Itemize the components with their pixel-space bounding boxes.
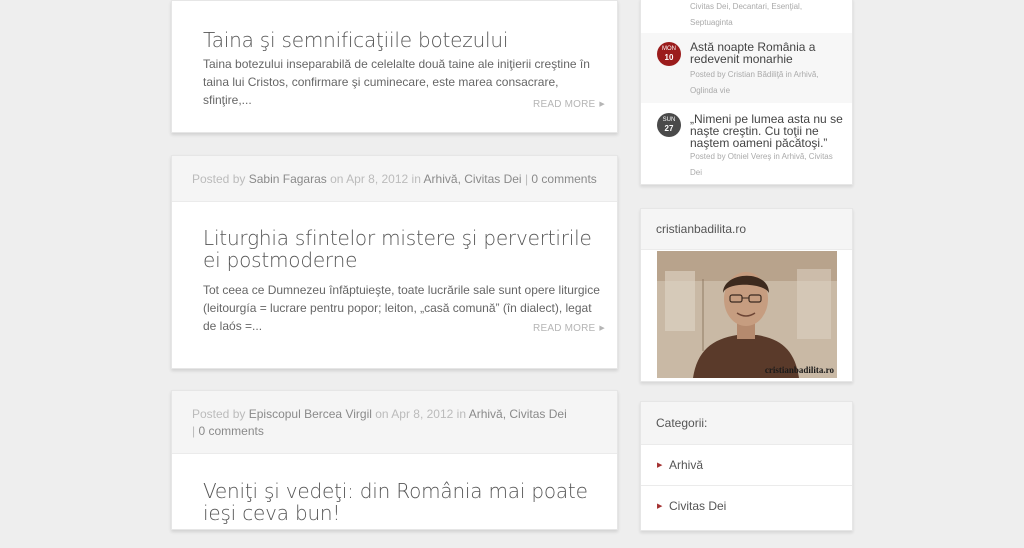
portrait-illustration: [657, 251, 837, 378]
post-body: Liturghia sfintelor mistere şi pervertir…: [172, 202, 617, 355]
widget-title: Categorii:: [641, 402, 852, 445]
author-link[interactable]: Sabin Fagaras: [249, 172, 327, 186]
recent-post-title[interactable]: „Nimeni pe lumea asta nu se naşte creşti…: [690, 113, 846, 149]
post-card: Posted by Episcopul Bercea Virgil on Apr…: [171, 390, 618, 530]
recent-post-meta-text: Dei: [690, 168, 703, 177]
categories-widget: Categorii: ▶ Arhivă ▶ Civitas Dei: [640, 401, 853, 531]
read-more-link[interactable]: READ MORE ▶: [533, 99, 605, 110]
meta-text: on: [330, 172, 344, 186]
photo-widget: cristianbadilita.ro cristianbadilita.ro: [640, 208, 853, 382]
recent-post-meta-text: Posted by Cristian Bădiliţă in Arhivă,: [690, 70, 819, 79]
date-badge-month: MON: [662, 46, 676, 52]
recent-post-meta-text: Posted by Otniel Vereş in Arhivă, Civita…: [690, 152, 833, 161]
meta-separator: ,: [502, 407, 507, 421]
recent-post-item[interactable]: MON 10 Astă noapte România a redevenit m…: [641, 33, 852, 103]
recent-post-item[interactable]: SUN 27 „Nimeni pe lumea asta nu se naşte…: [641, 103, 852, 187]
arrow-right-icon: ▶: [599, 325, 605, 332]
read-more-label: READ MORE: [533, 99, 596, 110]
date-badge-day: 27: [664, 124, 674, 133]
meta-text: Posted by: [192, 407, 246, 421]
author-photo[interactable]: cristianbadilita.ro: [657, 251, 837, 378]
post-body: Taina şi semnificaţiile botezului Taina …: [172, 1, 617, 129]
post-card: Posted by Sabin Fagaras on Apr 8, 2012 i…: [171, 155, 618, 369]
recent-post-meta: Civitas Dei, Decantari, Esenţial, Septua…: [641, 0, 852, 31]
date-badge-day: 10: [664, 53, 674, 62]
category-item[interactable]: ▶ Civitas Dei: [641, 485, 852, 526]
comments-link[interactable]: 0 comments: [531, 172, 596, 186]
post-body: Veniţi şi vedeţi: din România mai poate …: [172, 454, 617, 548]
meta-text: on: [375, 407, 389, 421]
post-card: Taina şi semnificaţiile botezului Taina …: [171, 0, 618, 133]
category-link[interactable]: Civitas Dei: [669, 499, 726, 513]
recent-post-meta: Posted by Otniel Vereş in Arhivă, Civita…: [690, 149, 846, 181]
date-badge: SUN 27: [657, 113, 681, 137]
recent-post-meta-text: Civitas Dei, Decantari, Esenţial,: [690, 2, 803, 11]
category-link[interactable]: Arhivă: [469, 407, 503, 421]
date-badge-month: SUN: [662, 117, 676, 123]
post-title[interactable]: Liturghia sfintelor mistere şi pervertir…: [203, 227, 607, 271]
post-date: Apr 8, 2012: [391, 407, 454, 421]
category-link[interactable]: Civitas Dei: [464, 172, 521, 186]
recent-post-meta-text: Septuaginta: [690, 18, 733, 27]
comments-link[interactable]: 0 comments: [198, 424, 263, 438]
post-title[interactable]: Taina şi semnificaţiile botezului: [203, 29, 607, 51]
widget-title: cristianbadilita.ro: [641, 209, 852, 250]
category-link[interactable]: Arhivă: [424, 172, 458, 186]
meta-separator: |: [192, 424, 196, 438]
post-date: Apr 8, 2012: [346, 172, 409, 186]
meta-text: in: [456, 407, 467, 421]
recent-post-meta: Posted by Cristian Bădiliţă in Arhivă, O…: [690, 67, 846, 99]
category-link[interactable]: Civitas Dei: [509, 407, 566, 421]
read-more-link[interactable]: READ MORE ▶: [533, 323, 605, 334]
meta-text: Posted by: [192, 172, 246, 186]
author-link[interactable]: Episcopul Bercea Virgil: [249, 407, 372, 421]
read-more-label: READ MORE: [533, 323, 596, 334]
recent-posts-widget: Civitas Dei, Decantari, Esenţial, Septua…: [640, 0, 853, 185]
recent-post-title[interactable]: Astă noapte România a redevenit monarhie: [690, 41, 846, 65]
arrow-right-icon: ▶: [657, 462, 663, 469]
recent-post-meta-text: Oglinda vie: [690, 86, 731, 95]
arrow-right-icon: ▶: [599, 101, 605, 108]
photo-caption: cristianbadilita.ro: [764, 365, 834, 375]
post-meta: Posted by Episcopul Bercea Virgil on Apr…: [172, 391, 617, 454]
meta-text: in: [411, 172, 421, 186]
arrow-right-icon: ▶: [657, 503, 663, 510]
category-link[interactable]: Arhivă: [669, 458, 703, 472]
post-title[interactable]: Veniţi şi vedeţi: din România mai poate …: [203, 480, 607, 524]
meta-separator: ,: [457, 172, 461, 186]
date-badge: MON 10: [657, 42, 681, 66]
meta-separator: |: [524, 172, 529, 186]
post-meta: Posted by Sabin Fagaras on Apr 8, 2012 i…: [172, 156, 617, 202]
category-item[interactable]: ▶ Arhivă: [641, 445, 852, 485]
